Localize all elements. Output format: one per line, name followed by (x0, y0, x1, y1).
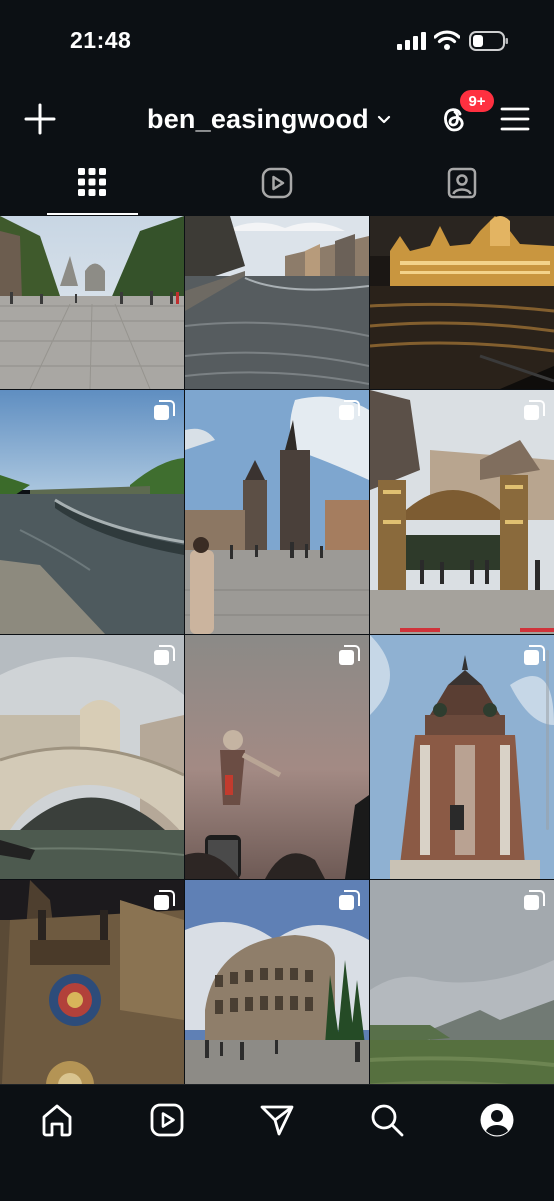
carousel-icon (524, 400, 545, 420)
carousel-icon (524, 890, 545, 910)
post-thumbnail[interactable] (370, 390, 554, 634)
wifi-icon (434, 30, 460, 50)
bottom-navigation (0, 1084, 554, 1201)
nav-profile[interactable] (477, 1100, 517, 1140)
carousel-icon (339, 890, 360, 910)
post-image (370, 635, 554, 879)
messages-icon (260, 1105, 294, 1136)
post-image (185, 390, 369, 634)
profile-icon (480, 1103, 514, 1137)
post-image (370, 216, 554, 389)
reels-icon (150, 1103, 184, 1137)
notification-badge: 9+ (458, 88, 496, 114)
status-bar: 21:48 (0, 0, 554, 80)
post-thumbnail[interactable] (370, 216, 554, 389)
profile-username: ben_easingwood (147, 103, 369, 134)
carousel-icon (154, 400, 175, 420)
nav-messages[interactable] (257, 1100, 297, 1140)
carousel-icon (339, 400, 360, 420)
post-thumbnail[interactable] (0, 390, 184, 634)
tab-posts-grid[interactable] (0, 160, 184, 216)
post-thumbnail[interactable] (185, 390, 369, 634)
carousel-icon (154, 890, 175, 910)
reels-icon (261, 167, 293, 199)
post-thumbnail[interactable] (0, 216, 184, 389)
profile-header: ben_easingwood 9+ (0, 88, 554, 148)
post-image (185, 216, 369, 389)
carousel-icon (154, 645, 175, 665)
post-thumbnail[interactable] (185, 635, 369, 879)
post-image (0, 635, 184, 879)
status-time: 21:48 (70, 27, 132, 53)
post-image (185, 635, 369, 879)
cellular-signal-icon (397, 32, 426, 50)
nav-search[interactable] (367, 1100, 407, 1140)
post-thumbnail[interactable] (370, 635, 554, 879)
posts-grid (0, 216, 554, 1124)
menu-icon[interactable] (500, 105, 530, 133)
nav-home[interactable] (37, 1100, 77, 1140)
post-image (370, 390, 554, 634)
tagged-person-icon (447, 167, 477, 199)
tab-reels[interactable] (185, 160, 369, 216)
account-switcher[interactable]: ben_easingwood (147, 102, 391, 136)
carousel-icon (524, 645, 545, 665)
search-icon (371, 1104, 404, 1137)
carousel-icon (339, 645, 360, 665)
profile-tabs (0, 160, 554, 216)
home-icon (42, 1104, 72, 1137)
nav-reels[interactable] (147, 1100, 187, 1140)
grid-icon (78, 168, 106, 196)
scroll-indicator[interactable] (546, 650, 549, 830)
post-image (0, 390, 184, 634)
post-image (0, 216, 184, 389)
battery-icon (469, 31, 508, 51)
tab-tagged[interactable] (370, 160, 554, 216)
post-thumbnail[interactable] (0, 635, 184, 879)
plus-icon[interactable] (24, 103, 56, 135)
chevron-down-icon (377, 115, 390, 124)
post-thumbnail[interactable] (185, 216, 369, 389)
